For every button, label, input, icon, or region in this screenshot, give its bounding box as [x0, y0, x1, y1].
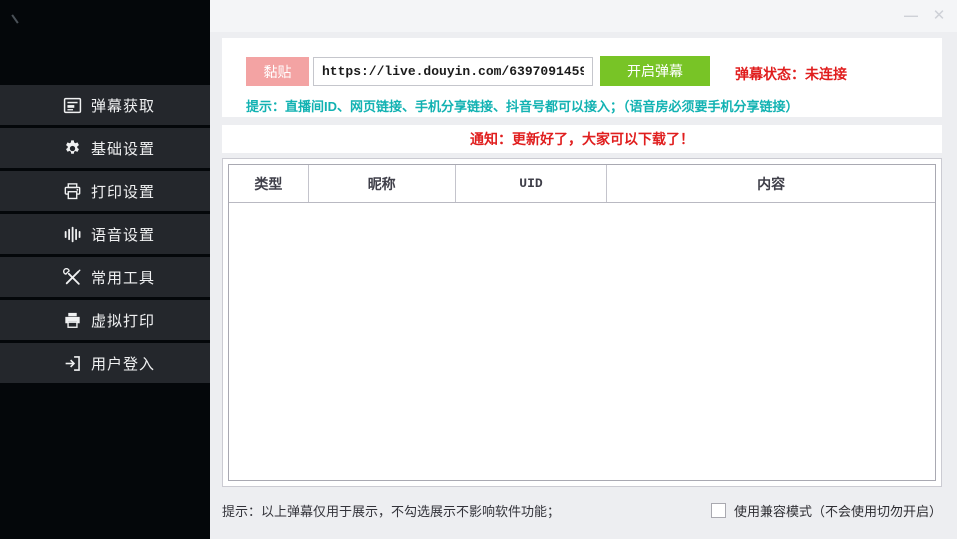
- footer-hint: 提示：以上弹幕仅用于展示，不勾选展示不影响软件功能；: [222, 501, 560, 520]
- table-header-row: 类型 昵称 UID 内容: [229, 165, 935, 203]
- sidebar-item-common-tools[interactable]: 常用工具: [0, 257, 210, 297]
- logo-mark: [11, 14, 18, 23]
- close-button[interactable]: ✕: [925, 0, 953, 30]
- room-url-input[interactable]: [313, 57, 593, 86]
- sidebar-item-print-settings[interactable]: 打印设置: [0, 171, 210, 211]
- status-value: 未连接: [805, 66, 847, 82]
- tools-icon: [62, 267, 82, 287]
- sidebar-item-virtual-print[interactable]: 虚拟打印: [0, 300, 210, 340]
- start-danmaku-button[interactable]: 开启弹幕: [600, 56, 710, 86]
- sidebar-item-label: 虚拟打印: [91, 310, 155, 331]
- sidebar-item-danmaku-capture[interactable]: 弹幕获取: [0, 85, 210, 125]
- titlebar: — ✕: [210, 0, 957, 32]
- app-window: 弹幕获取 基础设置: [0, 0, 957, 539]
- sidebar-item-label: 打印设置: [91, 181, 155, 202]
- column-header-nickname: 昵称: [309, 165, 456, 202]
- footer-bar: 提示：以上弹幕仅用于展示，不勾选展示不影响软件功能； 使用兼容模式（不会使用切勿…: [222, 499, 942, 521]
- compat-mode-checkbox[interactable]: [711, 503, 726, 518]
- status-label: 弹幕状态：: [735, 66, 805, 82]
- main-area: — ✕ 黏贴 开启弹幕 弹幕状态：未连接 提示：直播间ID、网页链接、手机分享链…: [210, 0, 957, 539]
- sidebar-item-label: 语音设置: [91, 224, 155, 245]
- sidebar-item-basic-settings[interactable]: 基础设置: [0, 128, 210, 168]
- danmaku-status: 弹幕状态：未连接: [735, 64, 847, 84]
- column-header-uid: UID: [456, 165, 608, 202]
- danmaku-table: 类型 昵称 UID 内容: [228, 164, 936, 481]
- compat-mode-label: 使用兼容模式（不会使用切勿开启）: [734, 501, 942, 520]
- minimize-button[interactable]: —: [897, 0, 925, 30]
- sidebar-item-label: 弹幕获取: [91, 95, 155, 116]
- gear-icon: [62, 138, 82, 158]
- table-body-empty: [229, 203, 935, 480]
- compat-mode-toggle[interactable]: 使用兼容模式（不会使用切勿开启）: [711, 501, 942, 520]
- virtual-printer-icon: [62, 310, 82, 330]
- sidebar: 弹幕获取 基础设置: [0, 0, 210, 539]
- voice-bars-icon: [62, 224, 82, 244]
- paste-button[interactable]: 黏贴: [246, 57, 309, 86]
- column-header-content: 内容: [607, 165, 935, 202]
- connect-panel: 黏贴 开启弹幕 弹幕状态：未连接 提示：直播间ID、网页链接、手机分享链接、抖音…: [222, 38, 942, 117]
- notice-panel: 通知：更新好了，大家可以下载了！: [222, 125, 942, 153]
- sidebar-menu: 弹幕获取 基础设置: [0, 85, 210, 386]
- notice-text: 通知：更新好了，大家可以下载了！: [470, 129, 694, 149]
- sidebar-item-voice-settings[interactable]: 语音设置: [0, 214, 210, 254]
- sidebar-item-label: 常用工具: [91, 267, 155, 288]
- danmaku-list-icon: [62, 95, 82, 115]
- danmaku-table-container: 类型 昵称 UID 内容: [222, 158, 942, 487]
- login-icon: [62, 353, 82, 373]
- connect-hint: 提示：直播间ID、网页链接、手机分享链接、抖音号都可以接入；（语音房必须要手机分…: [246, 96, 799, 115]
- column-header-type: 类型: [229, 165, 309, 202]
- sidebar-item-label: 基础设置: [91, 138, 155, 159]
- sidebar-item-user-login[interactable]: 用户登入: [0, 343, 210, 383]
- sidebar-item-label: 用户登入: [91, 353, 155, 374]
- printer-icon: [62, 181, 82, 201]
